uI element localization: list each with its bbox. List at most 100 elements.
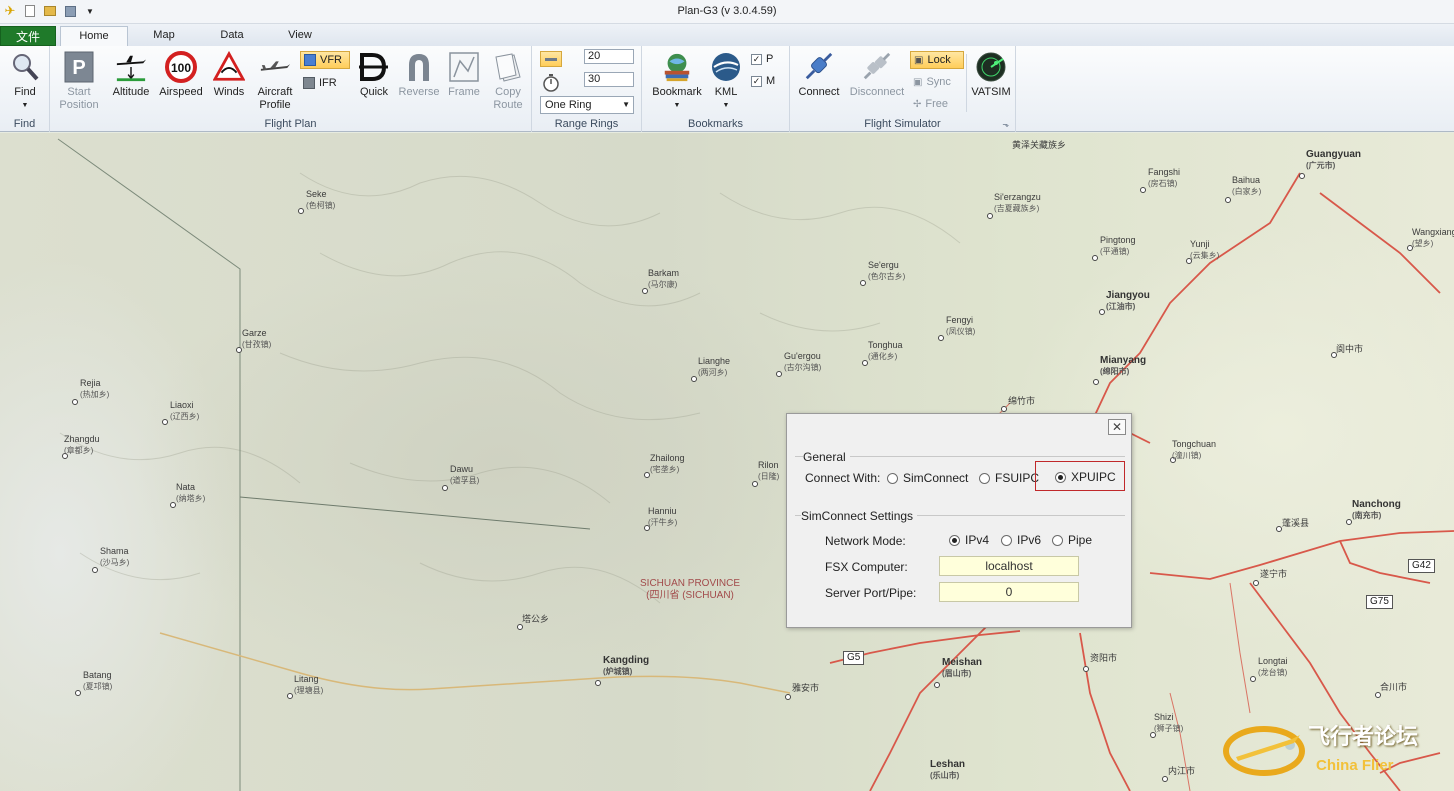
sync-button[interactable]: ▣ Sync: [910, 73, 964, 91]
province-label: SICHUAN PROVINCE (四川省 (SICHUAN): [640, 578, 741, 601]
connect-button[interactable]: Connect: [794, 50, 844, 99]
start-position-label: Start Position: [59, 86, 99, 111]
fsx-computer-input[interactable]: localhost: [939, 556, 1079, 576]
airspeed-label: Airspeed: [159, 86, 203, 98]
tab-home[interactable]: Home: [60, 26, 128, 46]
p-label: P: [766, 53, 774, 65]
altitude-button[interactable]: Altitude: [108, 50, 154, 99]
sync-label: Sync: [926, 76, 951, 88]
frame-button[interactable]: Frame: [444, 50, 484, 99]
parking-icon: P: [63, 50, 95, 84]
reverse-button[interactable]: Reverse: [396, 50, 442, 99]
city-label-kangding: Kangding (炉城镇): [603, 655, 650, 676]
vfr-button[interactable]: VFR: [300, 51, 350, 69]
airspeed-button[interactable]: 100 Airspeed: [158, 50, 204, 99]
quick-button[interactable]: Quick: [354, 50, 394, 99]
free-button[interactable]: ✢ Free: [910, 95, 964, 113]
close-button[interactable]: ✕: [1108, 419, 1126, 435]
bookmark-button[interactable]: Bookmark ▼: [646, 50, 708, 112]
lock-button[interactable]: ▣ Lock: [910, 51, 964, 69]
aircraft-profile-label: Aircraft Profile: [257, 86, 293, 111]
radio-unchecked-icon: [1052, 534, 1063, 546]
city-label-yaan: 雅安市: [792, 683, 820, 693]
server-port-input[interactable]: 0: [939, 582, 1079, 602]
tab-data[interactable]: Data: [206, 26, 258, 46]
city-dot: [1099, 309, 1105, 315]
winds-label: Winds: [213, 86, 245, 98]
simconnect-radio[interactable]: SimConnect: [887, 471, 968, 485]
city-dot: [938, 335, 944, 341]
close-icon: ✕: [1111, 420, 1123, 434]
ring-size-icon[interactable]: [540, 51, 562, 67]
m-checkbox[interactable]: ✓ M: [748, 72, 778, 90]
disconnect-button[interactable]: Disconnect: [846, 50, 908, 99]
city-label-pingtong: Pingtong (平通镇): [1100, 235, 1136, 256]
range-ring-1-input[interactable]: 20: [584, 49, 634, 64]
altitude-label: Altitude: [112, 86, 150, 98]
city-dot: [1253, 580, 1259, 586]
aircraft-profile-button[interactable]: Aircraft Profile: [252, 50, 298, 112]
city-label-dawu: Dawu (道孚县): [450, 464, 480, 485]
connection-dialog: ✕ General Connect With: SimConnect FSUIP…: [786, 413, 1132, 628]
city-dot: [785, 694, 791, 700]
city-label-hanniu: Hanniu (汗牛乡): [648, 506, 678, 527]
globe-icon: [710, 50, 742, 84]
general-legend: General: [803, 450, 850, 464]
china-flier-watermark: 飞行者论坛 China Flier: [1216, 709, 1448, 787]
city-label-fangshi: Fangshi (房石镇): [1148, 167, 1181, 188]
xpuipc-radio[interactable]: XPUIPC: [1055, 470, 1116, 484]
free-label: Free: [925, 98, 949, 110]
city-label-shizi: Shizi (狮子镇): [1154, 712, 1184, 733]
p-checkbox[interactable]: ✓ P: [748, 50, 776, 68]
winds-button[interactable]: Winds: [206, 50, 252, 99]
find-group: Find ▼ Find: [0, 46, 50, 132]
city-label-fengyi: Fengyi (凤仪镇): [946, 315, 976, 336]
city-dot: [987, 213, 993, 219]
tab-view[interactable]: View: [276, 26, 324, 46]
lock-label: Lock: [927, 54, 951, 66]
copy-route-button[interactable]: Copy Route: [486, 50, 530, 112]
city-label-zhangdu: Zhangdu (章都乡): [64, 434, 100, 455]
title-bar: ✈ ▼ Plan-G3 (v 3.0.4.59): [0, 0, 1454, 24]
ipv6-label: IPv6: [1017, 533, 1042, 547]
city-dot: [1250, 676, 1256, 682]
ipv4-radio[interactable]: IPv4: [949, 533, 989, 547]
range-ring-2-input[interactable]: 30: [584, 72, 634, 87]
ipv4-label: IPv4: [965, 533, 990, 547]
city-label-baihua: Baihua (白家乡): [1232, 175, 1262, 196]
fsx-computer-label: FSX Computer:: [825, 560, 908, 574]
dialog-launcher-icon[interactable]: ⬎: [1002, 120, 1009, 129]
tab-file[interactable]: 文件: [0, 26, 56, 46]
fsuipc-radio[interactable]: FSUIPC: [979, 471, 1039, 485]
ribbon: Find ▼ Find P Start Position Altitude 10…: [0, 46, 1454, 132]
city-label-tonghua: Tonghua (通化乡): [868, 340, 903, 361]
pipe-radio[interactable]: Pipe: [1052, 533, 1092, 547]
aircraft-icon: [259, 50, 291, 84]
find-button[interactable]: Find ▼: [6, 50, 44, 112]
kml-button[interactable]: KML ▼: [708, 50, 744, 112]
city-label-jiangyou: Jiangyou (江油市): [1106, 290, 1150, 311]
sync-icon: ▣: [913, 76, 923, 88]
city-label-neijiang: 内江市: [1168, 766, 1196, 776]
tab-map[interactable]: Map: [140, 26, 188, 46]
city-label-wangxiang: Wangxiang (望乡): [1412, 227, 1454, 248]
city-label-liaoxi: Liaoxi (辽西乡): [170, 400, 200, 421]
quick-route-icon: [358, 50, 390, 84]
start-position-button[interactable]: P Start Position: [56, 50, 102, 112]
city-label-barkam: Barkam (马尔康): [648, 268, 680, 289]
ipv6-radio[interactable]: IPv6: [1001, 533, 1041, 547]
ifr-button[interactable]: IFR: [300, 74, 350, 92]
city-label-rilon: Rilon (日隆): [758, 460, 780, 481]
vatsim-button[interactable]: VATSIM: [970, 50, 1012, 99]
city-label-guangyuan: Guangyuan (广元市): [1306, 149, 1362, 170]
range-ring-mode-select[interactable]: One Ring ▼: [540, 96, 634, 114]
map-features: [57, 138, 1454, 791]
city-label-nanchong: Nanchong (南充市): [1352, 499, 1401, 520]
road-shield-g5: G5: [843, 651, 865, 665]
ifr-square-icon: [303, 77, 315, 89]
map-view[interactable]: Seke (色柯镇) Garze (甘孜镇) Rejia (热加乡) Liaoxi (辽…: [0, 133, 1454, 791]
city-label-batang: Batang (夏邛镇): [83, 670, 113, 691]
m-label: M: [766, 75, 776, 87]
stopwatch-icon[interactable]: [542, 74, 560, 92]
window-title: Plan-G3 (v 3.0.4.59): [677, 5, 777, 17]
